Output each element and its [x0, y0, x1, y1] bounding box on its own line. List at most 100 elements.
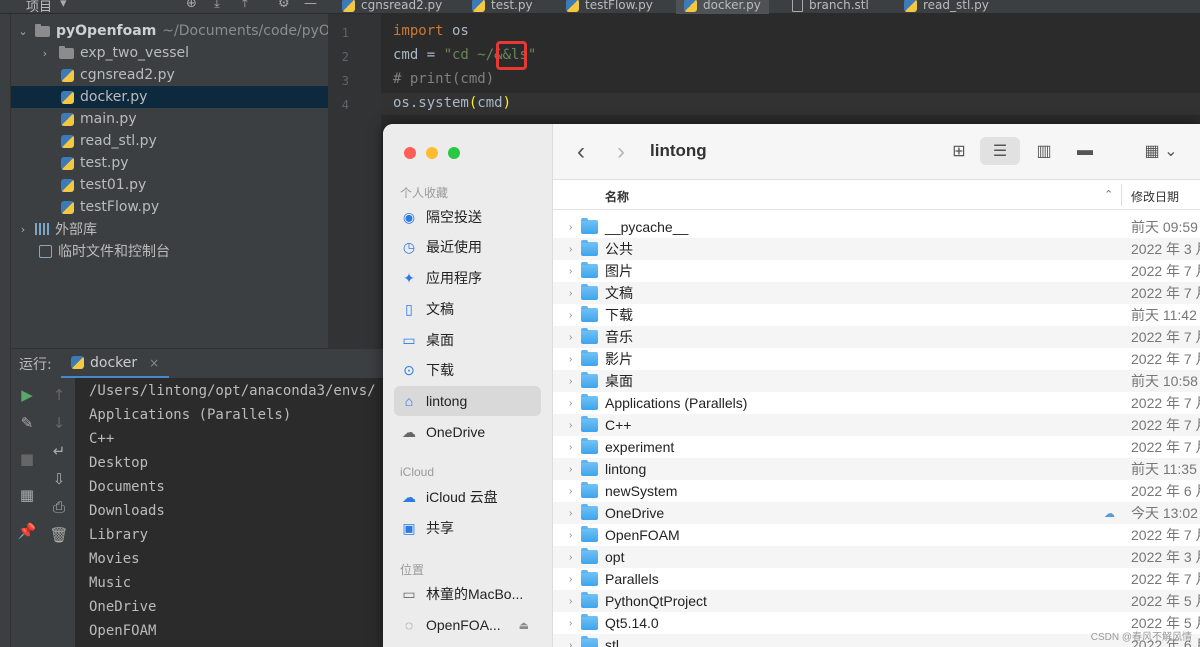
- disclosure-chevron-icon[interactable]: ›: [569, 354, 572, 365]
- tree-file[interactable]: cgnsread2.py: [11, 64, 328, 86]
- sidebar-item-macbook[interactable]: ▭ 林童的MacBo...: [394, 579, 541, 609]
- tree-file[interactable]: test.py: [11, 152, 328, 174]
- tab-branch-stl[interactable]: branch.stl: [792, 0, 869, 14]
- tab-testflow[interactable]: testFlow.py: [566, 0, 653, 14]
- file-row[interactable]: › 桌面 前天 10:58: [553, 370, 1200, 392]
- back-button[interactable]: ‹: [577, 138, 585, 166]
- trash-icon[interactable]: 🗑: [47, 526, 71, 544]
- sidebar-item-shared[interactable]: ▣ 共享: [394, 513, 541, 543]
- chevron-right-icon[interactable]: ›: [39, 47, 51, 60]
- print-icon[interactable]: ⎙: [47, 498, 71, 516]
- file-row[interactable]: › experiment 2022 年 7 月: [553, 436, 1200, 458]
- column-view-button[interactable]: ▥: [1024, 137, 1064, 165]
- tree-folder-exp-two-vessel[interactable]: › exp_two_vessel: [11, 42, 328, 64]
- eject-icon[interactable]: ⏏: [519, 619, 529, 632]
- file-row[interactable]: › Parallels 2022 年 7 月: [553, 568, 1200, 590]
- column-header-date[interactable]: 修改日期: [1131, 188, 1179, 205]
- list-view-button[interactable]: ☰: [980, 137, 1020, 165]
- file-row[interactable]: › newSystem 2022 年 6 月: [553, 480, 1200, 502]
- tree-root[interactable]: ⌄ pyOpenfoam ~/Documents/code/pyOp: [11, 20, 328, 42]
- hide-panel-icon[interactable]: —: [304, 0, 317, 11]
- disclosure-chevron-icon[interactable]: ›: [569, 222, 572, 233]
- disclosure-chevron-icon[interactable]: ›: [569, 640, 572, 647]
- pin-icon[interactable]: 📌: [15, 522, 39, 540]
- file-row[interactable]: › 公共 2022 年 3 月: [553, 238, 1200, 260]
- disclosure-chevron-icon[interactable]: ›: [569, 310, 572, 321]
- file-row[interactable]: › C++ 2022 年 7 月: [553, 414, 1200, 436]
- code-line-4[interactable]: os.system(cmd): [393, 95, 511, 111]
- disclosure-chevron-icon[interactable]: ›: [569, 552, 572, 563]
- file-row[interactable]: › lintong 前天 11:35: [553, 458, 1200, 480]
- forward-button[interactable]: ›: [617, 138, 625, 166]
- file-row[interactable]: › PythonQtProject 2022 年 5 月: [553, 590, 1200, 612]
- layout-icon[interactable]: ▦: [15, 486, 39, 504]
- disclosure-chevron-icon[interactable]: ›: [569, 288, 572, 299]
- tree-file[interactable]: testFlow.py: [11, 196, 328, 218]
- sidebar-item-onedrive[interactable]: ☁ OneDrive: [394, 417, 541, 447]
- locate-icon[interactable]: ⊕: [186, 0, 197, 11]
- sidebar-item-documents[interactable]: ▯ 文稿: [394, 294, 541, 324]
- dropdown-icon[interactable]: ▾: [60, 0, 67, 11]
- tree-file[interactable]: read_stl.py: [11, 130, 328, 152]
- file-row[interactable]: › OneDrive ☁ 今天 13:02: [553, 502, 1200, 524]
- file-row[interactable]: › __pycache__ 前天 09:59: [553, 216, 1200, 238]
- sidebar-item-airdrop[interactable]: ◉ 隔空投送: [394, 202, 541, 232]
- file-row[interactable]: › 文稿 2022 年 7 月: [553, 282, 1200, 304]
- file-row[interactable]: › 下载 前天 11:42: [553, 304, 1200, 326]
- file-row[interactable]: › 图片 2022 年 7 月: [553, 260, 1200, 282]
- column-header-name[interactable]: 名称: [605, 188, 629, 205]
- soft-wrap-icon[interactable]: ↵: [47, 442, 71, 460]
- arrow-up-icon[interactable]: ↑: [47, 386, 71, 404]
- sort-ascending-icon[interactable]: ⌃: [1104, 188, 1113, 201]
- tree-file[interactable]: test01.py: [11, 174, 328, 196]
- play-icon[interactable]: ▶: [15, 386, 39, 404]
- zoom-window-button[interactable]: [448, 147, 460, 159]
- tab-docker[interactable]: docker.py: [676, 0, 769, 14]
- sidebar-item-applications[interactable]: ✦ 应用程序: [394, 263, 541, 293]
- scroll-to-end-icon[interactable]: ⇩: [47, 470, 71, 488]
- tree-external-libraries[interactable]: › 外部库: [11, 218, 328, 240]
- console-output[interactable]: /Users/lintong/opt/anaconda3/envs/ Appli…: [75, 378, 383, 647]
- disclosure-chevron-icon[interactable]: ›: [569, 596, 572, 607]
- wrench-icon[interactable]: ✎: [15, 414, 39, 432]
- minimize-window-button[interactable]: [426, 147, 438, 159]
- sidebar-item-home[interactable]: ⌂ lintong: [394, 386, 541, 416]
- collapse-all-icon[interactable]: ⤒: [242, 0, 248, 11]
- run-tab-docker[interactable]: docker ×: [61, 349, 170, 379]
- gear-icon[interactable]: ⚙: [278, 0, 290, 11]
- close-icon[interactable]: ×: [149, 356, 159, 370]
- disclosure-chevron-icon[interactable]: ›: [569, 442, 572, 453]
- group-button[interactable]: ▦ ⌄: [1131, 137, 1191, 165]
- disclosure-chevron-icon[interactable]: ›: [569, 244, 572, 255]
- disclosure-chevron-icon[interactable]: ›: [569, 398, 572, 409]
- file-row[interactable]: › opt 2022 年 3 月: [553, 546, 1200, 568]
- disclosure-chevron-icon[interactable]: ›: [569, 486, 572, 497]
- disclosure-chevron-icon[interactable]: ›: [569, 332, 572, 343]
- stop-icon[interactable]: ■: [15, 450, 39, 468]
- code-line-3[interactable]: # print(cmd): [393, 71, 494, 87]
- file-row[interactable]: › 音乐 2022 年 7 月: [553, 326, 1200, 348]
- code-line-1[interactable]: import os: [393, 23, 469, 39]
- disclosure-chevron-icon[interactable]: ›: [569, 376, 572, 387]
- tab-cgnsread2[interactable]: cgnsread2.py: [342, 0, 442, 14]
- disclosure-chevron-icon[interactable]: ›: [569, 464, 572, 475]
- sidebar-item-openfoam-disk[interactable]: ◌ OpenFOA... ⏏: [394, 610, 541, 640]
- sidebar-item-icloud-drive[interactable]: ☁ iCloud 云盘: [394, 482, 541, 512]
- close-window-button[interactable]: [404, 147, 416, 159]
- tree-scratches[interactable]: 临时文件和控制台: [11, 240, 328, 262]
- file-row[interactable]: › OpenFOAM 2022 年 7 月: [553, 524, 1200, 546]
- disclosure-chevron-icon[interactable]: ›: [569, 420, 572, 431]
- file-row[interactable]: › 影片 2022 年 7 月: [553, 348, 1200, 370]
- sidebar-item-downloads[interactable]: ⊙ 下载: [394, 355, 541, 385]
- disclosure-chevron-icon[interactable]: ›: [569, 508, 572, 519]
- chevron-right-icon[interactable]: ›: [17, 223, 29, 236]
- expand-all-icon[interactable]: ⤓: [214, 0, 220, 11]
- file-row[interactable]: › Applications (Parallels) 2022 年 7 月: [553, 392, 1200, 414]
- disclosure-chevron-icon[interactable]: ›: [569, 574, 572, 585]
- tab-read-stl[interactable]: read_stl.py: [904, 0, 989, 14]
- disclosure-chevron-icon[interactable]: ›: [569, 530, 572, 541]
- icon-view-button[interactable]: ⊞: [939, 137, 979, 165]
- tab-test[interactable]: test.py: [472, 0, 533, 14]
- tree-file[interactable]: main.py: [11, 108, 328, 130]
- sidebar-item-recents[interactable]: ◷ 最近使用: [394, 232, 541, 262]
